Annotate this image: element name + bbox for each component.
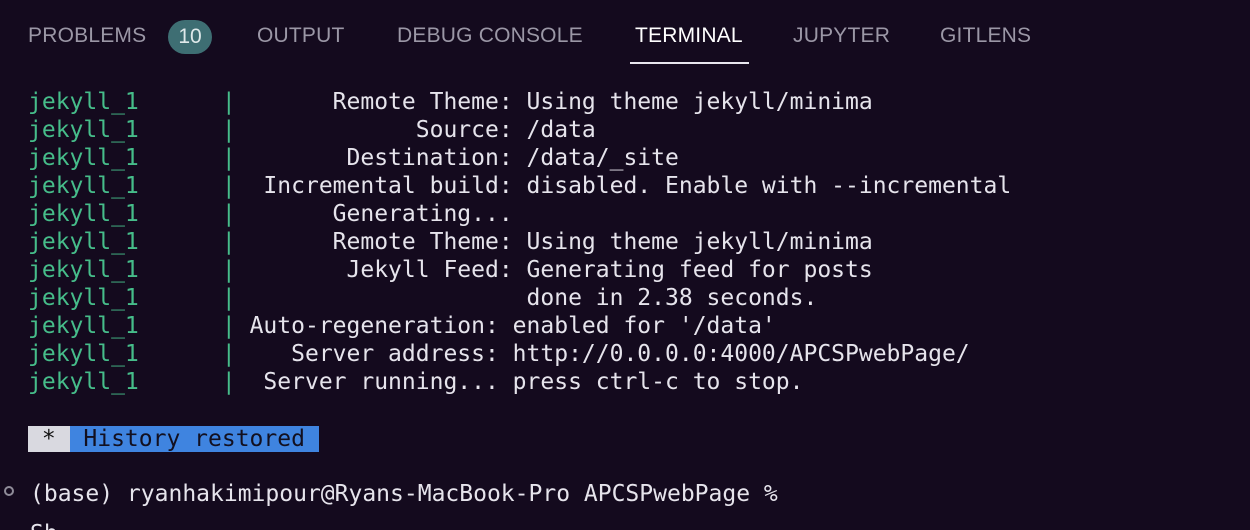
log-text: Remote Theme: Using theme jekyll/minima (235, 89, 873, 115)
terminal-line: jekyll_1 | Source: /data (28, 116, 596, 144)
command-status-circle-icon[interactable] (4, 486, 14, 496)
log-separator: | (221, 313, 236, 339)
history-marker: * (28, 426, 70, 452)
terminal-line: jekyll_1 | done in 2.38 seconds. (28, 284, 817, 312)
terminal-output[interactable]: jekyll_1 | Remote Theme: Using theme jek… (0, 66, 1250, 530)
shell-prompt[interactable]: (base) ryanhakimipour@Ryans-MacBook-Pro … (30, 480, 778, 508)
log-text: Incremental build: disabled. Enable with… (235, 173, 1012, 199)
service-name: jekyll_1 (28, 341, 222, 367)
service-name: jekyll_1 (28, 145, 222, 171)
terminal-line: jekyll_1 | Destination: /data/_site (28, 144, 679, 172)
log-separator: | (221, 285, 236, 311)
log-text: Generating... (235, 201, 513, 227)
log-text: Auto-regeneration: enabled for '/data' (235, 313, 776, 339)
tab-debug-console[interactable]: DEBUG CONSOLE (397, 24, 583, 48)
log-separator: | (221, 257, 236, 283)
tab-output[interactable]: OUTPUT (257, 24, 345, 48)
cut-off-line: Sh... (30, 520, 99, 530)
tab-gitlens[interactable]: GITLENS (940, 24, 1031, 48)
log-separator: | (221, 89, 236, 115)
log-separator: | (221, 369, 236, 395)
log-separator: | (221, 145, 236, 171)
terminal-line: jekyll_1 | Remote Theme: Using theme jek… (28, 228, 873, 256)
terminal-line: jekyll_1 | Jekyll Feed: Generating feed … (28, 256, 873, 284)
service-name: jekyll_1 (28, 229, 222, 255)
tab-jupyter[interactable]: JUPYTER (793, 24, 890, 48)
service-name: jekyll_1 (28, 313, 222, 339)
log-text: Jekyll Feed: Generating feed for posts (235, 257, 873, 283)
service-name: jekyll_1 (28, 201, 222, 227)
tab-problems[interactable]: PROBLEMS (28, 24, 146, 48)
terminal-line: jekyll_1 | Generating... (28, 200, 513, 228)
history-message: History restored (69, 426, 319, 452)
service-name: jekyll_1 (28, 117, 222, 143)
log-text: Destination: /data/_site (235, 145, 679, 171)
terminal-line: jekyll_1 | Remote Theme: Using theme jek… (28, 88, 873, 116)
service-name: jekyll_1 (28, 285, 222, 311)
log-separator: | (221, 117, 236, 143)
active-tab-indicator (630, 62, 749, 64)
log-text: Server address: http://0.0.0.0:4000/APCS… (235, 341, 970, 367)
log-separator: | (221, 173, 236, 199)
terminal-line: jekyll_1 | Server address: http://0.0.0.… (28, 340, 970, 368)
log-separator: | (221, 229, 236, 255)
service-name: jekyll_1 (28, 89, 222, 115)
log-separator: | (221, 201, 236, 227)
history-restored-banner: * History restored (28, 426, 319, 452)
log-text: done in 2.38 seconds. (235, 285, 818, 311)
tab-terminal[interactable]: TERMINAL (635, 24, 743, 48)
terminal-line: jekyll_1 | Incremental build: disabled. … (28, 172, 1011, 200)
log-text: Source: /data (235, 117, 596, 143)
service-name: jekyll_1 (28, 173, 222, 199)
log-text: Remote Theme: Using theme jekyll/minima (235, 229, 873, 255)
terminal-line: jekyll_1 | Auto-regeneration: enabled fo… (28, 312, 776, 340)
service-name: jekyll_1 (28, 257, 222, 283)
log-separator: | (221, 341, 236, 367)
service-name: jekyll_1 (28, 369, 222, 395)
problems-count-badge: 10 (168, 20, 212, 54)
log-text: Server running... press ctrl-c to stop. (235, 369, 804, 395)
panel-tab-bar: PROBLEMS 10 OUTPUT DEBUG CONSOLE TERMINA… (0, 0, 1250, 66)
terminal-line: jekyll_1 | Server running... press ctrl-… (28, 368, 803, 396)
